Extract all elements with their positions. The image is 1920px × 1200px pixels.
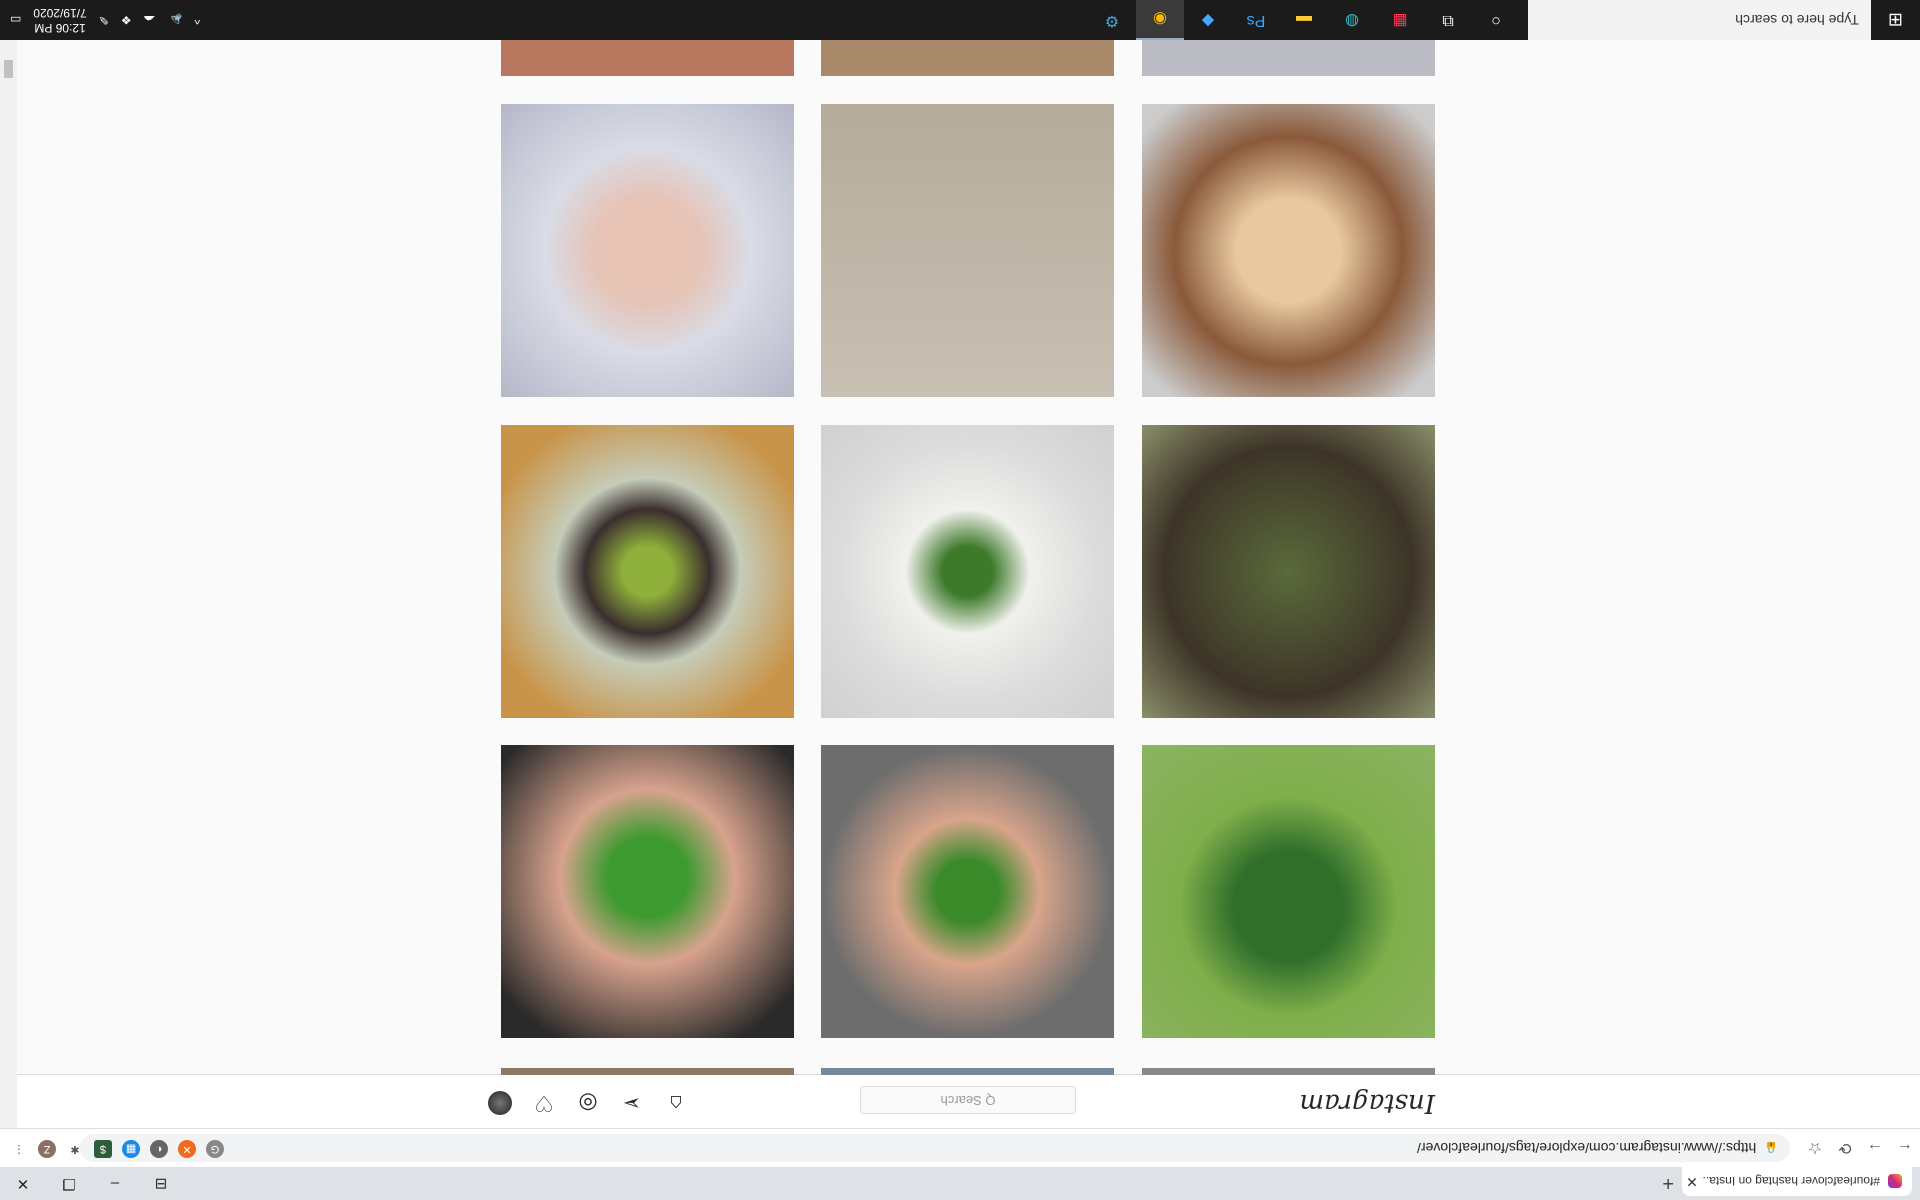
date: 7/19/2020 — [33, 6, 87, 20]
close-button[interactable]: ✕ — [0, 1167, 46, 1200]
post-tile[interactable] — [501, 425, 794, 718]
taskbar-search[interactable]: Type here to search — [1528, 0, 1871, 40]
browser-toolbar: ← → ⟳ ☆ 🔒 https://www.instagram.com/expl… — [0, 1128, 1920, 1167]
settings-icon[interactable]: ⚙ — [1088, 0, 1136, 40]
edge-icon[interactable]: ◍ — [1328, 0, 1376, 40]
extension-icon[interactable]: $ — [94, 1140, 112, 1158]
tab-close-icon[interactable]: ✕ — [1682, 1173, 1702, 1190]
photoshop-icon[interactable]: Ps — [1232, 0, 1280, 40]
file-explorer-icon[interactable]: ▬ — [1280, 0, 1328, 40]
search-placeholder: Type here to search — [1735, 12, 1859, 28]
instagram-favicon-icon — [1888, 1174, 1902, 1189]
explore-icon[interactable]: ◎ — [576, 1091, 600, 1116]
post-tile[interactable] — [1142, 745, 1435, 1038]
app-icon[interactable]: ◆ — [1184, 0, 1232, 40]
store-icon[interactable]: ▦ — [1376, 0, 1424, 40]
back-button[interactable]: ← — [1890, 1139, 1920, 1157]
tab-strip: #fourleafclover hashtag on Insta... ✕ + … — [0, 1167, 1920, 1200]
dropbox-icon[interactable]: ❖ — [121, 13, 132, 27]
post-tile[interactable] — [1142, 425, 1435, 718]
scrollbar[interactable] — [0, 40, 17, 1128]
search-input[interactable]: Q Search — [860, 1086, 1076, 1114]
screen: #fourleafclover hashtag on Insta... ✕ + … — [0, 0, 1920, 1200]
scrollbar-thumb[interactable] — [4, 60, 13, 78]
direct-icon[interactable]: ➢ — [620, 1091, 644, 1116]
forward-button[interactable]: → — [1860, 1139, 1890, 1157]
extension-icon[interactable]: G — [206, 1140, 224, 1158]
post-tile[interactable] — [1142, 40, 1435, 76]
post-tile[interactable] — [501, 1068, 794, 1075]
extension-icon[interactable]: ◐ — [150, 1140, 168, 1158]
post-tile[interactable] — [821, 745, 1114, 1038]
minimize-button[interactable]: – — [92, 1167, 138, 1200]
cortana-icon[interactable]: ○ — [1472, 0, 1520, 40]
post-tile[interactable] — [501, 745, 794, 1038]
heart-icon[interactable]: ♡ — [532, 1091, 556, 1116]
post-tile[interactable] — [821, 40, 1114, 76]
post-tile[interactable] — [821, 1068, 1114, 1075]
time: 12:06 PM — [34, 21, 86, 35]
volume-icon[interactable]: 🔈 — [168, 13, 183, 27]
pen-icon[interactable]: ✎ — [99, 13, 109, 27]
taskbar: ⊞ Type here to search ○ ⧉ ▦ ◍ ▬ Ps ◆ ◉ ⚙… — [0, 0, 1920, 40]
onedrive-icon[interactable]: ☁ — [144, 13, 156, 27]
address-bar[interactable]: 🔒 https://www.instagram.com/explore/tags… — [80, 1134, 1790, 1162]
extension-icon[interactable]: ▦ — [122, 1140, 140, 1158]
restore-button[interactable]: ❐ — [46, 1167, 92, 1200]
lock-icon: 🔒 — [1764, 1141, 1778, 1154]
clock[interactable]: 12:06 PM 7/19/2020 — [33, 5, 86, 35]
home-icon[interactable]: ⌂ — [664, 1091, 688, 1116]
bookmark-icon[interactable]: ☆ — [1800, 1138, 1830, 1158]
menu-icon[interactable]: ⋮ — [10, 1140, 28, 1158]
post-tile[interactable] — [1142, 104, 1435, 397]
extensions-puzzle-icon[interactable]: ✱ — [66, 1140, 84, 1158]
chevron-up-icon[interactable]: ^ — [195, 13, 201, 27]
tab-instagram[interactable]: #fourleafclover hashtag on Insta... ✕ — [1682, 1167, 1912, 1196]
post-tile[interactable] — [501, 104, 794, 397]
instagram-logo[interactable]: Instagram — [1299, 1088, 1435, 1118]
post-tile[interactable] — [821, 425, 1114, 718]
windows-start-button[interactable]: ⊞ — [1871, 0, 1920, 40]
extension-icon[interactable]: ✕ — [178, 1140, 196, 1158]
url-text: https://www.instagram.com/explore/tags/f… — [1417, 1140, 1757, 1156]
post-grid — [501, 40, 1435, 1075]
post-tile[interactable] — [821, 104, 1114, 397]
task-view-icon[interactable]: ⧉ — [1424, 0, 1472, 40]
new-tab-button[interactable]: + — [1662, 1171, 1674, 1194]
tab-title: #fourleafclover hashtag on Insta... — [1702, 1174, 1880, 1189]
profile-avatar[interactable] — [488, 1091, 512, 1115]
notifications-icon[interactable]: ▭ — [10, 13, 21, 27]
chrome-icon[interactable]: ◉ — [1136, 0, 1184, 40]
profile-avatar[interactable]: Z — [38, 1140, 56, 1158]
instagram-header: Instagram Q Search ⌂ ➢ ◎ ♡ — [17, 1074, 1920, 1128]
post-tile[interactable] — [1142, 1068, 1435, 1075]
post-tile[interactable] — [501, 40, 794, 76]
tab-search-icon[interactable]: ⊟ — [138, 1167, 184, 1200]
reload-button[interactable]: ⟳ — [1830, 1138, 1860, 1158]
